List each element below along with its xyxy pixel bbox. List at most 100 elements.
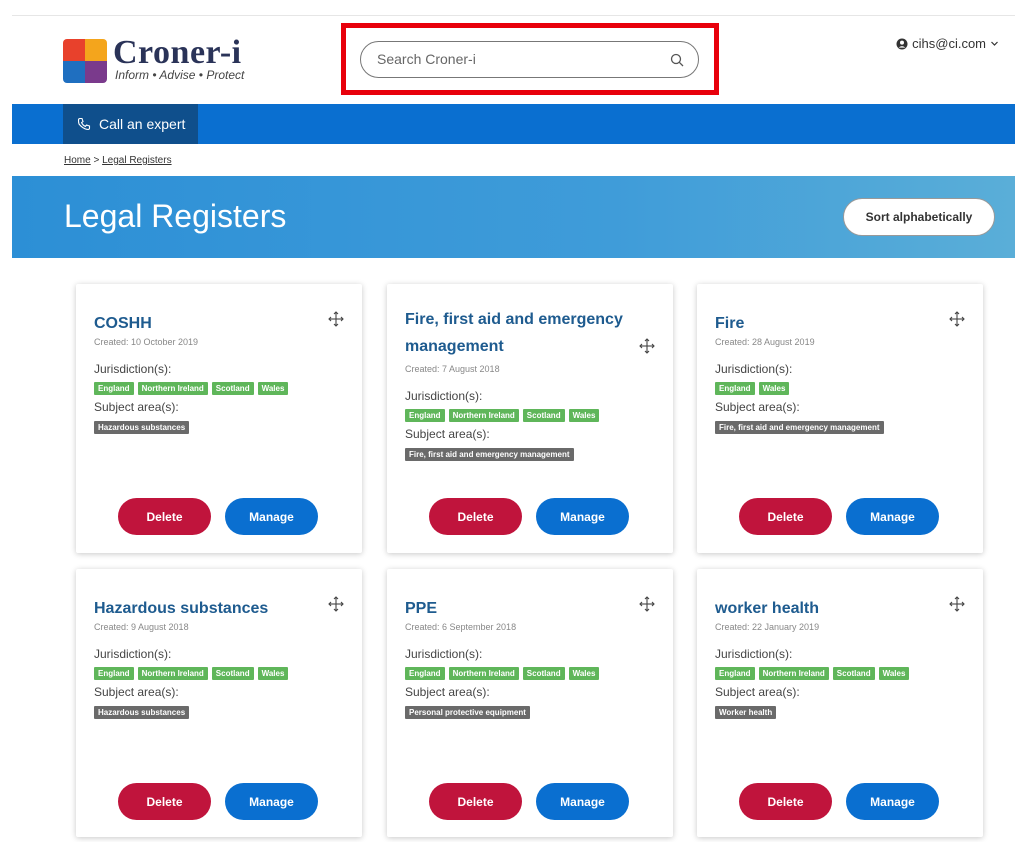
register-card: Hazardous substances Created: 9 August 20… [76, 569, 362, 837]
subject-label: Subject area(s): [94, 685, 179, 699]
jurisdiction-tags: England Northern Ireland Scotland Wales [94, 667, 289, 680]
call-expert-button[interactable]: Call an expert [63, 104, 198, 144]
jurisdiction-tag: Wales [758, 382, 790, 395]
jurisdiction-tag: Wales [257, 667, 289, 680]
search-icon[interactable] [670, 53, 684, 67]
move-drag-icon[interactable] [328, 596, 344, 612]
breadcrumb: Home > Legal Registers [64, 155, 172, 166]
jurisdiction-tag: Northern Ireland [448, 667, 519, 680]
card-title[interactable]: Fire, first aid and emergency management [405, 306, 635, 360]
jurisdiction-tag: Scotland [211, 667, 254, 680]
created-date: Created: 22 January 2019 [715, 622, 820, 632]
subject-tags: Personal protective equipment [405, 706, 530, 719]
breadcrumb-separator: > [93, 155, 100, 166]
jurisdiction-tag: Northern Ireland [137, 667, 208, 680]
chevron-down-icon [991, 41, 998, 46]
phone-icon [77, 117, 91, 131]
register-card: Fire, first aid and emergency management… [387, 284, 673, 553]
register-card: Fire Created: 28 August 2019 Jurisdiction(… [697, 284, 983, 553]
subject-tag: Fire, first aid and emergency management [715, 421, 884, 434]
subject-label: Subject area(s): [405, 685, 490, 699]
page-hero: Legal Registers Sort alphabetically [12, 176, 1015, 258]
card-title[interactable]: COSHH [94, 310, 324, 337]
created-date: Created: 10 October 2019 [94, 337, 199, 347]
subject-tags: Fire, first aid and emergency management [715, 421, 884, 434]
jurisdiction-tag: Wales [257, 382, 289, 395]
card-title[interactable]: worker health [715, 595, 945, 622]
card-title[interactable]: PPE [405, 595, 635, 622]
delete-button[interactable]: Delete [118, 498, 211, 535]
sort-alphabetically-button[interactable]: Sort alphabetically [843, 198, 995, 236]
card-title[interactable]: Hazardous substances [94, 595, 324, 622]
jurisdiction-tag: England [405, 667, 445, 680]
delete-button[interactable]: Delete [739, 498, 832, 535]
jurisdiction-tag: Wales [878, 667, 910, 680]
logo-mark-icon [63, 39, 107, 83]
account-menu[interactable]: cihs@ci.com [896, 36, 999, 51]
account-email: cihs@ci.com [912, 36, 986, 51]
subject-tags: Worker health [715, 706, 777, 719]
delete-button[interactable]: Delete [429, 498, 522, 535]
jurisdiction-tag: Northern Ireland [137, 382, 208, 395]
jurisdiction-tag: Scotland [211, 382, 254, 395]
move-drag-icon[interactable] [949, 311, 965, 327]
jurisdiction-tag: Northern Ireland [758, 667, 829, 680]
manage-button[interactable]: Manage [225, 498, 318, 535]
subject-label: Subject area(s): [405, 427, 490, 441]
created-date: Created: 7 August 2018 [405, 364, 500, 374]
jurisdiction-label: Jurisdiction(s): [715, 647, 793, 661]
call-expert-label: Call an expert [99, 116, 186, 132]
jurisdiction-tag: Scotland [522, 409, 565, 422]
jurisdiction-tags: England Northern Ireland Scotland Wales [405, 667, 600, 680]
move-drag-icon[interactable] [639, 338, 655, 354]
created-date: Created: 9 August 2018 [94, 622, 189, 632]
manage-button[interactable]: Manage [536, 783, 629, 820]
register-card: PPE Created: 6 September 2018 Jurisdiction… [387, 569, 673, 837]
subject-tag: Worker health [715, 706, 777, 719]
manage-button[interactable]: Manage [225, 783, 318, 820]
register-card: worker health Created: 22 January 2019 Jur… [697, 569, 983, 837]
move-drag-icon[interactable] [949, 596, 965, 612]
subject-tags: Hazardous substances [94, 421, 190, 434]
manage-button[interactable]: Manage [846, 783, 939, 820]
search-input[interactable] [377, 51, 647, 67]
jurisdiction-tag: England [715, 382, 755, 395]
subject-tag: Fire, first aid and emergency management [405, 448, 574, 461]
jurisdiction-label: Jurisdiction(s): [715, 362, 793, 376]
delete-button[interactable]: Delete [739, 783, 832, 820]
jurisdiction-tags: England Northern Ireland Scotland Wales [94, 382, 289, 395]
jurisdiction-tag: England [715, 667, 755, 680]
subject-tag: Hazardous substances [94, 421, 190, 434]
manage-button[interactable]: Manage [536, 498, 629, 535]
delete-button[interactable]: Delete [118, 783, 211, 820]
subject-label: Subject area(s): [94, 400, 179, 414]
jurisdiction-label: Jurisdiction(s): [405, 647, 483, 661]
subject-tag: Personal protective equipment [405, 706, 530, 719]
card-title[interactable]: Fire [715, 310, 945, 337]
jurisdiction-tag: England [405, 409, 445, 422]
subject-label: Subject area(s): [715, 685, 800, 699]
breadcrumb-home[interactable]: Home [64, 155, 91, 166]
croner-logo[interactable]: Croner-i Inform • Advise • Protect [63, 34, 263, 84]
logo-name: Croner-i [113, 34, 242, 71]
jurisdiction-label: Jurisdiction(s): [405, 389, 483, 403]
subject-tags: Hazardous substances [94, 706, 190, 719]
delete-button[interactable]: Delete [429, 783, 522, 820]
breadcrumb-current[interactable]: Legal Registers [102, 155, 171, 166]
site-header: Croner-i Inform • Advise • Protect cihs@… [12, 16, 1015, 104]
move-drag-icon[interactable] [639, 596, 655, 612]
move-drag-icon[interactable] [328, 311, 344, 327]
jurisdiction-tags: England Northern Ireland Scotland Wales [715, 667, 910, 680]
jurisdiction-tag: Wales [568, 667, 600, 680]
browser-top-strip [12, 0, 1015, 16]
logo-tagline: Inform • Advise • Protect [115, 68, 245, 82]
created-date: Created: 28 August 2019 [715, 337, 815, 347]
created-date: Created: 6 September 2018 [405, 622, 517, 632]
user-icon [896, 38, 908, 49]
search-box[interactable] [360, 41, 699, 78]
main-nav-bar: Call an expert [12, 104, 1015, 144]
manage-button[interactable]: Manage [846, 498, 939, 535]
jurisdiction-tag: Northern Ireland [448, 409, 519, 422]
jurisdiction-tag: England [94, 382, 134, 395]
subject-tag: Hazardous substances [94, 706, 190, 719]
